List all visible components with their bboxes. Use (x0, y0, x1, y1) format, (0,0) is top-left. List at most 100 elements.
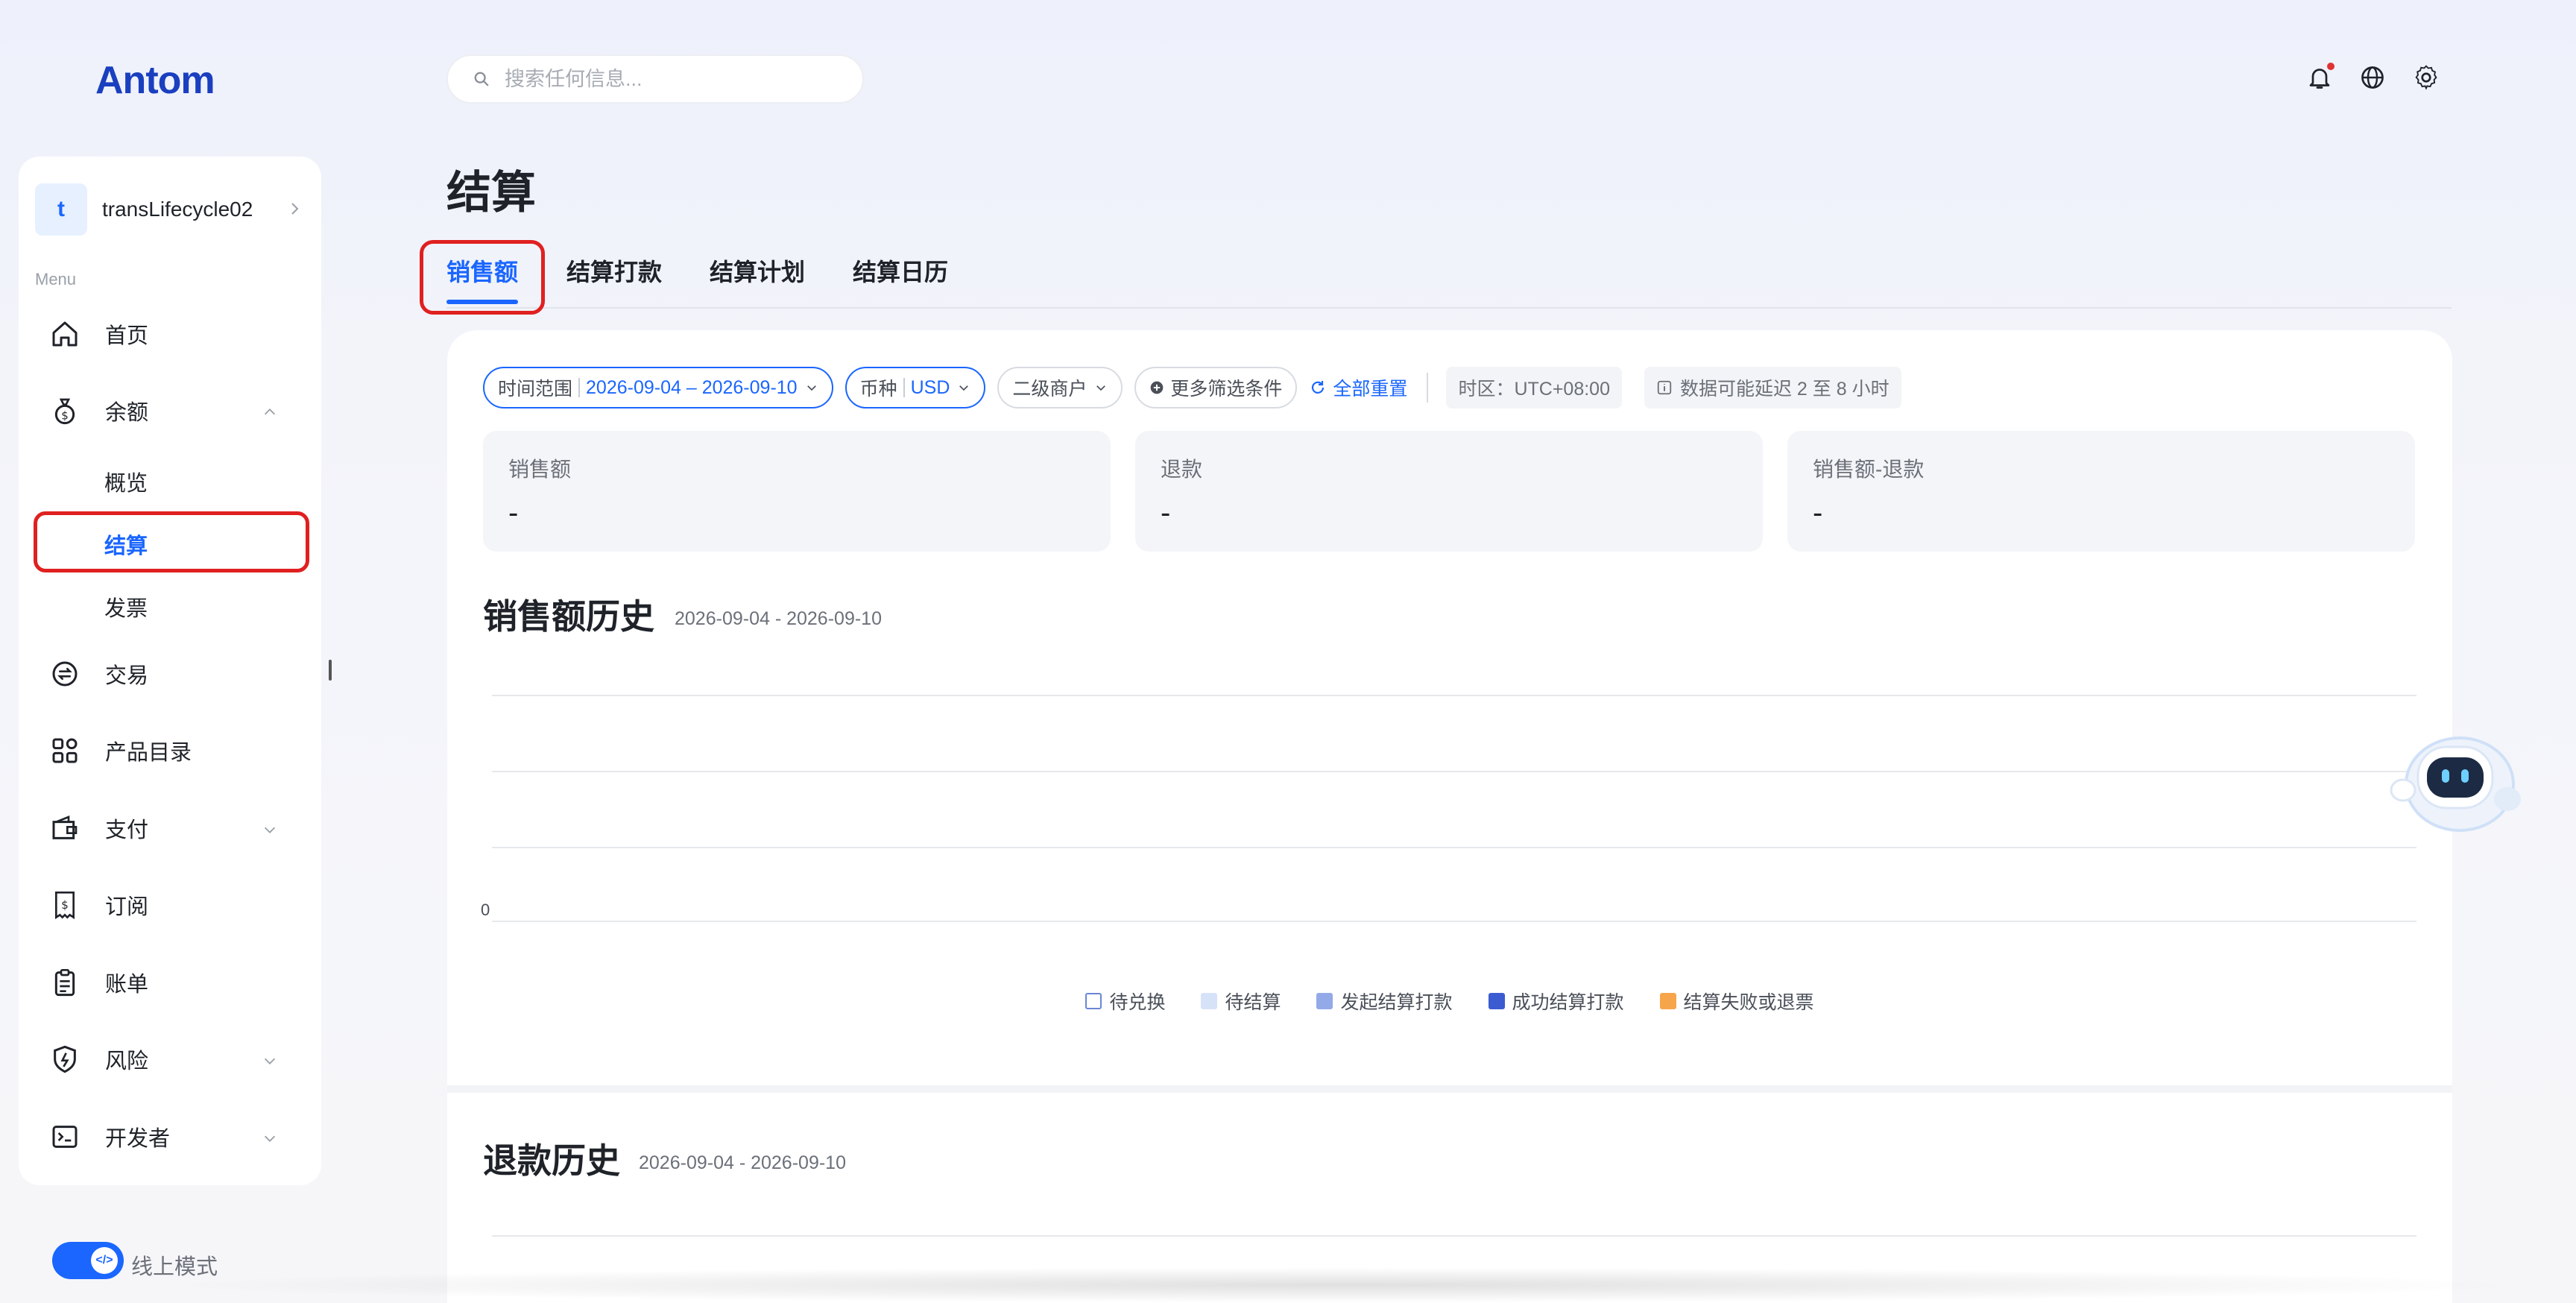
highlight-box-settlement (34, 511, 309, 572)
sales-history-title: 销售额历史 (483, 597, 654, 636)
more-filters-button[interactable]: 更多筛选条件 (1134, 367, 1298, 408)
sidebar-item-label: 开发者 (105, 1127, 171, 1151)
metric-label: 销售额-退款 (1813, 458, 1925, 481)
gridline (492, 1235, 2416, 1237)
y-axis-zero-label: 0 (481, 900, 490, 919)
notification-dot (2327, 63, 2334, 70)
sidebar-resize-handle[interactable] (329, 660, 332, 681)
data-delay-notice: 数据可能延迟 2 至 8 小时 (1644, 367, 1901, 408)
home-icon (52, 321, 78, 347)
code-icon: </> (91, 1247, 118, 1274)
ai-assistant-robot-icon[interactable] (2388, 725, 2522, 836)
legend-swatch (1659, 993, 1676, 1009)
refund-history-title: 退款历史 (483, 1141, 620, 1180)
timezone-tag: 时区：UTC+08:00 (1446, 367, 1622, 408)
sales-history-chart (492, 695, 2416, 848)
svg-text:$: $ (61, 409, 69, 423)
bottom-shadow (149, 1267, 2534, 1303)
wallet-icon (52, 815, 78, 839)
sidebar-item-payments[interactable]: 支付 (50, 810, 303, 847)
sidebar-item-subscriptions[interactable]: $ 订阅 (50, 886, 303, 924)
legend-item[interactable]: 待结算 (1201, 988, 1281, 1015)
sub-merchant-filter[interactable]: 二级商户 (997, 367, 1123, 408)
sidebar-item-label: 风险 (105, 1050, 149, 1073)
sidebar-item-label: 订阅 (105, 895, 149, 919)
live-mode-toggle[interactable]: </> (52, 1242, 124, 1279)
legend-swatch (1488, 993, 1505, 1009)
sidebar-item-label: 支付 (105, 818, 149, 842)
legend-item[interactable]: 发起结算打款 (1316, 988, 1453, 1015)
exchange-icon (52, 661, 78, 687)
tab-settlement-payouts[interactable]: 结算打款 (566, 253, 662, 288)
legend-swatch (1201, 993, 1218, 1009)
clipboard-icon (54, 969, 75, 997)
sidebar-subitem-invoice[interactable]: 发票 (104, 591, 148, 622)
sidebar-item-label: 交易 (105, 664, 149, 688)
receipt-icon: $ (55, 892, 75, 920)
notification-bell-icon[interactable] (2306, 63, 2334, 91)
metric-value: - (1161, 496, 1171, 529)
legend-swatch (1085, 993, 1102, 1009)
chevron-down-icon (264, 1058, 276, 1064)
settings-gear-icon[interactable] (2413, 64, 2440, 91)
account-name: transLifecycle02 (102, 198, 253, 221)
menu-section-title: Menu (35, 270, 77, 288)
legend-item[interactable]: 待兑换 (1085, 988, 1165, 1015)
chevron-right-icon (291, 203, 299, 215)
sales-card: 时间范围 2026-09-04 – 2026-09-10 币种 USD 二级商户… (447, 330, 2452, 1303)
chevron-down-icon (959, 385, 969, 391)
sidebar-item-developers[interactable]: 开发者 (50, 1118, 303, 1155)
metric-label: 销售额 (508, 458, 572, 481)
x-axis-baseline (492, 921, 2416, 922)
filter-bar: 时间范围 2026-09-04 – 2026-09-10 币种 USD 二级商户… (483, 366, 1924, 409)
info-icon (1657, 380, 1672, 395)
global-search[interactable] (446, 54, 864, 104)
metric-refunds: 退款 - (1135, 431, 1763, 552)
reset-all-button[interactable]: 全部重置 (1309, 374, 1407, 401)
sidebar-item-label: 首页 (105, 324, 149, 348)
refresh-icon (1312, 381, 1325, 394)
sidebar-item-home[interactable]: 首页 (50, 315, 303, 353)
refund-history-date-range: 2026-09-04 - 2026-09-10 (639, 1152, 846, 1173)
search-icon (474, 72, 489, 86)
legend-item[interactable]: 成功结算打款 (1488, 988, 1624, 1015)
sidebar-subitem-overview[interactable]: 概览 (104, 466, 148, 497)
terminal-icon (52, 1126, 78, 1148)
shield-icon (54, 1045, 76, 1073)
metric-label: 退款 (1161, 458, 1203, 481)
metric-value: - (1813, 496, 1823, 529)
account-switcher[interactable]: t transLifecycle02 (35, 183, 303, 236)
chevron-down-icon (806, 385, 816, 391)
svg-text:$: $ (61, 898, 69, 912)
currency-filter[interactable]: 币种 USD (845, 367, 986, 408)
globe-icon[interactable] (2359, 64, 2386, 91)
page-title: 结算 (446, 168, 536, 218)
legend-swatch (1316, 993, 1333, 1009)
chevron-down-icon (264, 1135, 276, 1142)
tab-settlement-plan[interactable]: 结算计划 (710, 253, 805, 288)
sidebar-item-label: 产品目录 (105, 741, 192, 765)
search-input[interactable] (503, 66, 834, 92)
metric-sales-minus-refunds: 销售额-退款 - (1787, 431, 2415, 552)
chevron-down-icon (264, 827, 276, 833)
antom-logo[interactable]: Antom (95, 58, 215, 103)
time-range-filter[interactable]: 时间范围 2026-09-04 – 2026-09-10 (483, 367, 833, 408)
sidebar-item-transactions[interactable]: 交易 (50, 655, 303, 692)
sidebar-item-bills[interactable]: 账单 (50, 964, 303, 1001)
account-avatar: t (35, 183, 87, 236)
sidebar-item-balance[interactable]: $ 余额 (50, 392, 303, 429)
sales-history-legend: 待兑换 待结算 发起结算打款 成功结算打款 结算失败或退票 (447, 988, 2452, 1015)
sidebar-item-risk[interactable]: 风险 (50, 1041, 303, 1078)
sidebar: t transLifecycle02 Menu 首页 $ 余额 概览 结算 发票… (19, 157, 321, 1185)
legend-item[interactable]: 结算失败或退票 (1659, 988, 1814, 1015)
chevron-down-icon (1096, 385, 1106, 391)
sales-history-date-range: 2026-09-04 - 2026-09-10 (675, 608, 882, 629)
highlight-box-sales-tab (420, 240, 545, 315)
metric-sales: 销售额 - (483, 431, 1111, 552)
section-divider (447, 1085, 2452, 1093)
tab-settlement-calendar[interactable]: 结算日历 (853, 253, 948, 288)
sidebar-item-product-catalog[interactable]: 产品目录 (50, 732, 303, 769)
sidebar-item-label: 余额 (105, 401, 149, 425)
settlement-tabs: 销售额 结算打款 结算计划 结算日历 (446, 253, 2452, 309)
chevron-up-icon (264, 408, 276, 415)
